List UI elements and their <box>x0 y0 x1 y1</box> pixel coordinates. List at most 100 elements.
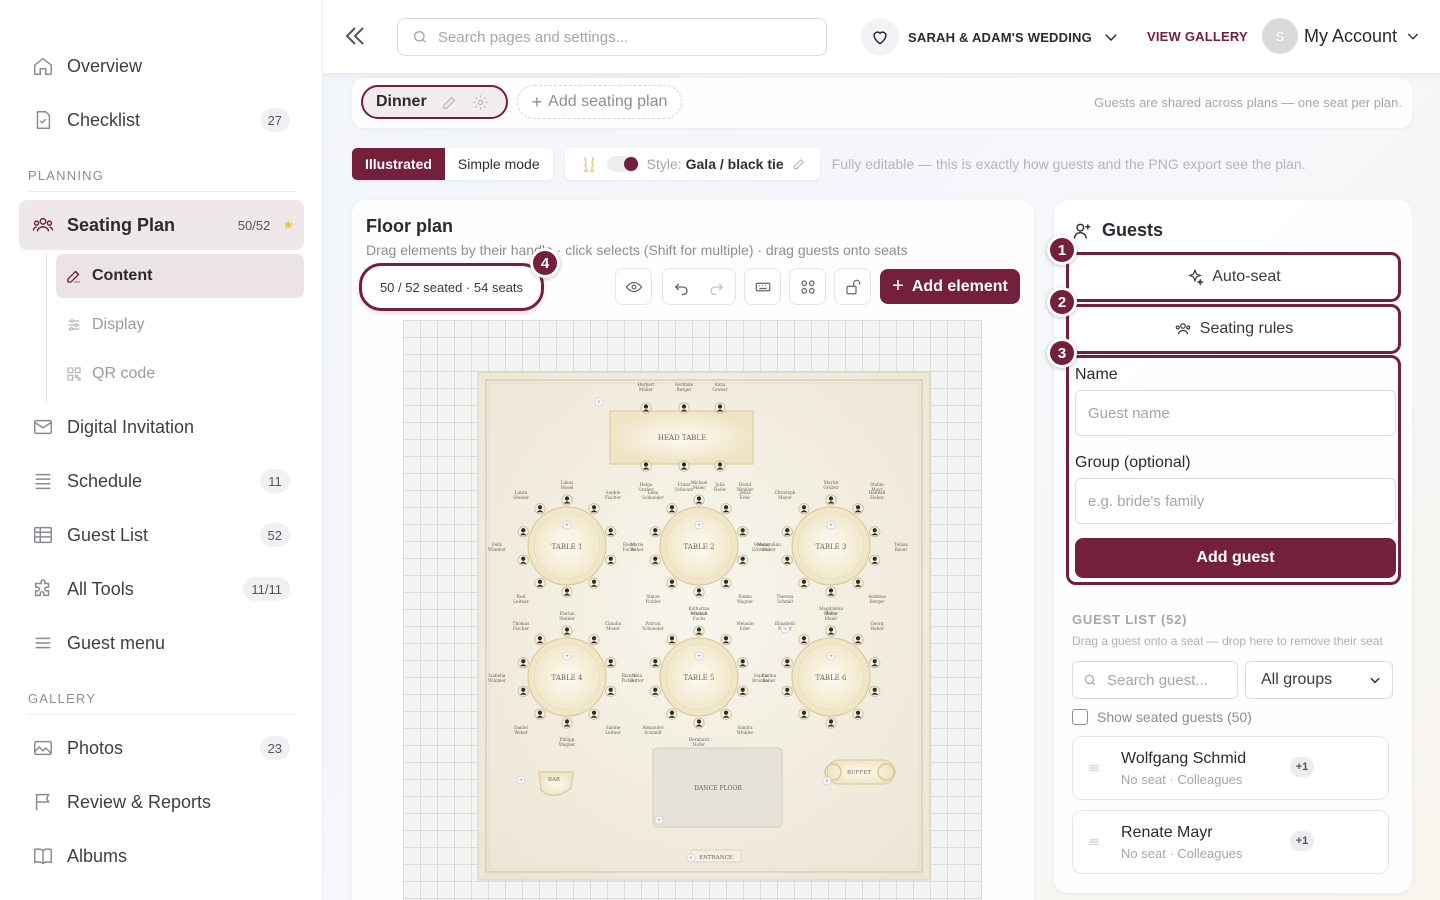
guest-head <box>653 528 658 533</box>
wedding-switcher[interactable]: SARAH & ADAM'S WEDDING <box>861 18 1120 56</box>
add-handle-plus: + <box>782 626 787 633</box>
add-handle-plus: + <box>518 777 523 784</box>
add-seating-plan-button[interactable]: + Add seating plan <box>517 85 682 119</box>
pencil-icon[interactable] <box>441 94 472 111</box>
sub-item-display[interactable]: Display <box>56 303 304 347</box>
table-chair <box>666 577 678 589</box>
qr-code-icon <box>56 366 92 382</box>
heart-icon <box>861 18 899 56</box>
sidebar-item-review-reports[interactable]: Review & Reports <box>19 777 304 827</box>
sidebar-item-label: Schedule <box>67 470 143 491</box>
lock-button[interactable] <box>834 268 871 305</box>
mode-illustrated-button[interactable]: Illustrated <box>352 148 445 180</box>
table-chair <box>517 657 529 669</box>
guest-search-input[interactable]: Search guest... <box>1072 661 1238 699</box>
group-filter-select[interactable]: All groups <box>1245 661 1393 699</box>
plan-tab-dinner[interactable]: Dinner <box>361 85 508 119</box>
collapse-sidebar-icon[interactable] <box>343 22 367 50</box>
table-chair <box>534 503 546 515</box>
section-heading-planning: PLANNING <box>28 168 296 192</box>
chevron-down-icon <box>1102 28 1120 46</box>
sidebar-item-guest-menu[interactable]: Guest menu <box>19 618 304 668</box>
add-plan-label: Add seating plan <box>548 93 668 110</box>
table-chair <box>852 634 864 646</box>
sidebar-item-seating-plan[interactable]: Seating Plan 50/52 ★ <box>19 200 304 250</box>
guest-head <box>643 404 649 409</box>
add-handle-plus: + <box>564 653 569 660</box>
guest-name-label: Gruber <box>823 485 838 490</box>
sidebar-item-guest-list[interactable]: Guest List 52 <box>19 510 304 560</box>
sidebar-item-label: All Tools <box>67 578 134 599</box>
style-toggle[interactable] <box>606 156 639 172</box>
table-chair <box>737 554 749 566</box>
group-input[interactable]: e.g. bride's family <box>1075 478 1396 524</box>
seating-rules-button[interactable]: Seating rules <box>1066 304 1401 354</box>
sidebar-item-checklist[interactable]: Checklist 27 <box>19 95 304 145</box>
table-chair <box>869 554 881 566</box>
guest-head <box>681 404 687 409</box>
sub-item-content[interactable]: Content <box>56 254 304 298</box>
sidebar-item-label: Overview <box>67 55 143 76</box>
guest-name-input[interactable]: Guest name <box>1075 390 1396 436</box>
floor-plan-canvas[interactable]: HEAD TABLE Herbert Müller Gerlinde Berger Ann… <box>403 320 982 900</box>
guest-name-label: Schwarz <box>752 547 771 552</box>
table-chair <box>852 503 864 515</box>
style-selector[interactable]: Style: Gala / black tie <box>564 148 820 180</box>
avatar: S <box>1262 18 1298 54</box>
floor-plan-card: Floor plan Drag elements by their handle… <box>352 200 1034 900</box>
keyboard-shortcuts-button[interactable] <box>744 268 781 305</box>
add-element-button[interactable]: + Add element <box>880 269 1020 304</box>
guest-head <box>723 636 729 641</box>
section-heading-gallery: GALLERY <box>28 691 296 715</box>
guest-head <box>740 659 745 664</box>
table-icon <box>19 524 67 546</box>
guest-head <box>696 496 702 501</box>
guest-row[interactable]: Wolfgang Schmid No seat · Colleagues +1 <box>1072 736 1389 800</box>
guest-row[interactable]: Renate Mayr No seat · Colleagues +1 <box>1072 810 1389 874</box>
sub-item-qr-code[interactable]: QR code <box>56 352 304 396</box>
sidebar-item-digital-invitation[interactable]: Digital Invitation <box>19 402 304 452</box>
table-chair <box>852 577 864 589</box>
auto-seat-label: Auto-seat <box>1212 268 1281 285</box>
drag-handle-icon[interactable] <box>1087 835 1101 849</box>
table-chair <box>561 494 573 506</box>
list-icon <box>19 470 67 492</box>
preview-button[interactable] <box>615 268 652 305</box>
checkbox[interactable] <box>1072 709 1088 725</box>
guest-head <box>828 496 834 501</box>
table-chair <box>605 554 617 566</box>
seated-summary: 50 / 52 seated · 54 seats <box>359 263 544 311</box>
guest-head <box>537 579 543 584</box>
gear-icon[interactable] <box>472 94 503 111</box>
count-badge: 50/52 <box>237 217 271 233</box>
guest-head <box>537 636 543 641</box>
drag-handle-icon[interactable] <box>1087 761 1101 775</box>
redo-button[interactable] <box>699 269 735 304</box>
mode-simple-button[interactable]: Simple mode <box>445 148 553 180</box>
show-seated-checkbox[interactable]: Show seated guests (50) <box>1072 709 1252 725</box>
guest-name-label: Schmid <box>777 599 793 604</box>
view-gallery-link[interactable]: VIEW GALLERY <box>1147 29 1248 44</box>
add-guest-button[interactable]: Add guest <box>1075 538 1396 578</box>
champagne-icon <box>581 155 597 173</box>
sidebar-item-albums[interactable]: Albums <box>19 831 304 881</box>
sidebar-item-overview[interactable]: Overview <box>19 41 304 91</box>
table-label: TABLE 1 <box>552 543 583 551</box>
guest-name-label: Gruber <box>712 387 727 392</box>
grid-icon <box>799 278 817 296</box>
sidebar-item-all-tools[interactable]: All Tools 11/11 <box>19 564 304 614</box>
table-label: TABLE 6 <box>816 674 847 682</box>
grid-view-button[interactable] <box>789 268 826 305</box>
guest-head <box>855 579 861 584</box>
floor-plan-title: Floor plan <box>366 216 453 236</box>
undo-button[interactable] <box>663 269 699 304</box>
account-menu[interactable]: S My Account <box>1262 18 1421 54</box>
table-chair <box>588 634 600 646</box>
table-chair <box>649 526 661 538</box>
search-box[interactable]: Search pages and settings... <box>397 18 827 56</box>
sidebar-item-schedule[interactable]: Schedule 11 <box>19 456 304 506</box>
sidebar-item-photos[interactable]: Photos 23 <box>19 723 304 773</box>
chevron-down-icon <box>1368 673 1382 687</box>
auto-seat-button[interactable]: Auto-seat <box>1066 252 1401 302</box>
style-value: Gala / black tie <box>685 156 784 172</box>
